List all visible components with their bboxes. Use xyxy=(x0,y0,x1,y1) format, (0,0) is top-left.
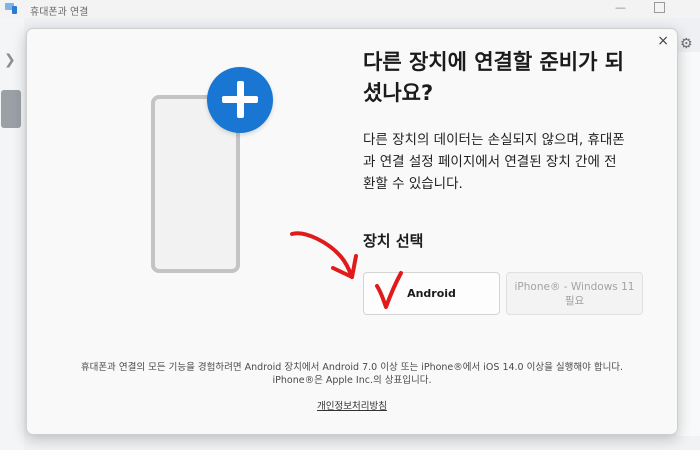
select-device-title: 장치 선택 xyxy=(363,232,424,250)
dialog-description: 다른 장치의 데이터는 손실되지 않으며, 휴대폰 과 연결 설정 페이지에서 … xyxy=(363,129,643,195)
android-button[interactable]: Android xyxy=(363,272,500,315)
app-right-panel xyxy=(676,52,700,450)
android-button-label: Android xyxy=(407,287,456,300)
phone-illustration xyxy=(147,67,287,277)
iphone-button-label-1: iPhone® - Windows 11 xyxy=(514,280,635,293)
trademark-line: iPhone®은 Apple Inc.의 상표입니다. xyxy=(272,375,432,386)
description-line-1: 다른 장치의 데이터는 손실되지 않으며, 휴대폰 xyxy=(363,132,625,148)
heading-line-2: 셨나요? xyxy=(363,81,434,105)
sidebar-thumbnail[interactable] xyxy=(1,90,21,128)
privacy-policy-link[interactable]: 개인정보처리방침 xyxy=(27,398,677,412)
close-button[interactable]: × xyxy=(657,33,669,49)
connect-device-dialog: × 다른 장치에 연결할 준비가 되 셨나요? 다른 장치의 데이터는 손실되지… xyxy=(26,28,678,435)
app-sidebar: ❯ xyxy=(0,18,24,450)
chevron-right-icon[interactable]: ❯ xyxy=(4,52,16,68)
requirements-line-1: 휴대폰과 연결의 모든 기능을 경험하려면 Android 장치에서 Andro… xyxy=(80,362,624,373)
maximize-button[interactable] xyxy=(654,2,665,13)
iphone-button-label-2: 필요 xyxy=(564,294,585,307)
phone-link-app-icon xyxy=(5,3,17,14)
description-line-3: 환할 수 있습니다. xyxy=(363,176,463,192)
gear-icon[interactable]: ⚙ xyxy=(680,36,693,52)
minimize-button[interactable]: — xyxy=(615,1,626,14)
description-line-2: 과 연결 설정 페이지에서 연결된 장치 간에 전 xyxy=(363,154,617,170)
plus-icon xyxy=(207,67,273,133)
app-title: 휴대폰과 연결 xyxy=(30,7,89,18)
requirements-note: 휴대폰과 연결의 모든 기능을 경험하려면 Android 장치에서 Andro… xyxy=(47,361,657,387)
app-bottom-area xyxy=(24,436,700,450)
heading-line-1: 다른 장치에 연결할 준비가 되 xyxy=(363,50,625,74)
dialog-heading: 다른 장치에 연결할 준비가 되 셨나요? xyxy=(363,47,643,109)
app-titlebar: 휴대폰과 연결 — xyxy=(0,0,700,18)
iphone-button: iPhone® - Windows 11 필요 xyxy=(506,272,643,315)
